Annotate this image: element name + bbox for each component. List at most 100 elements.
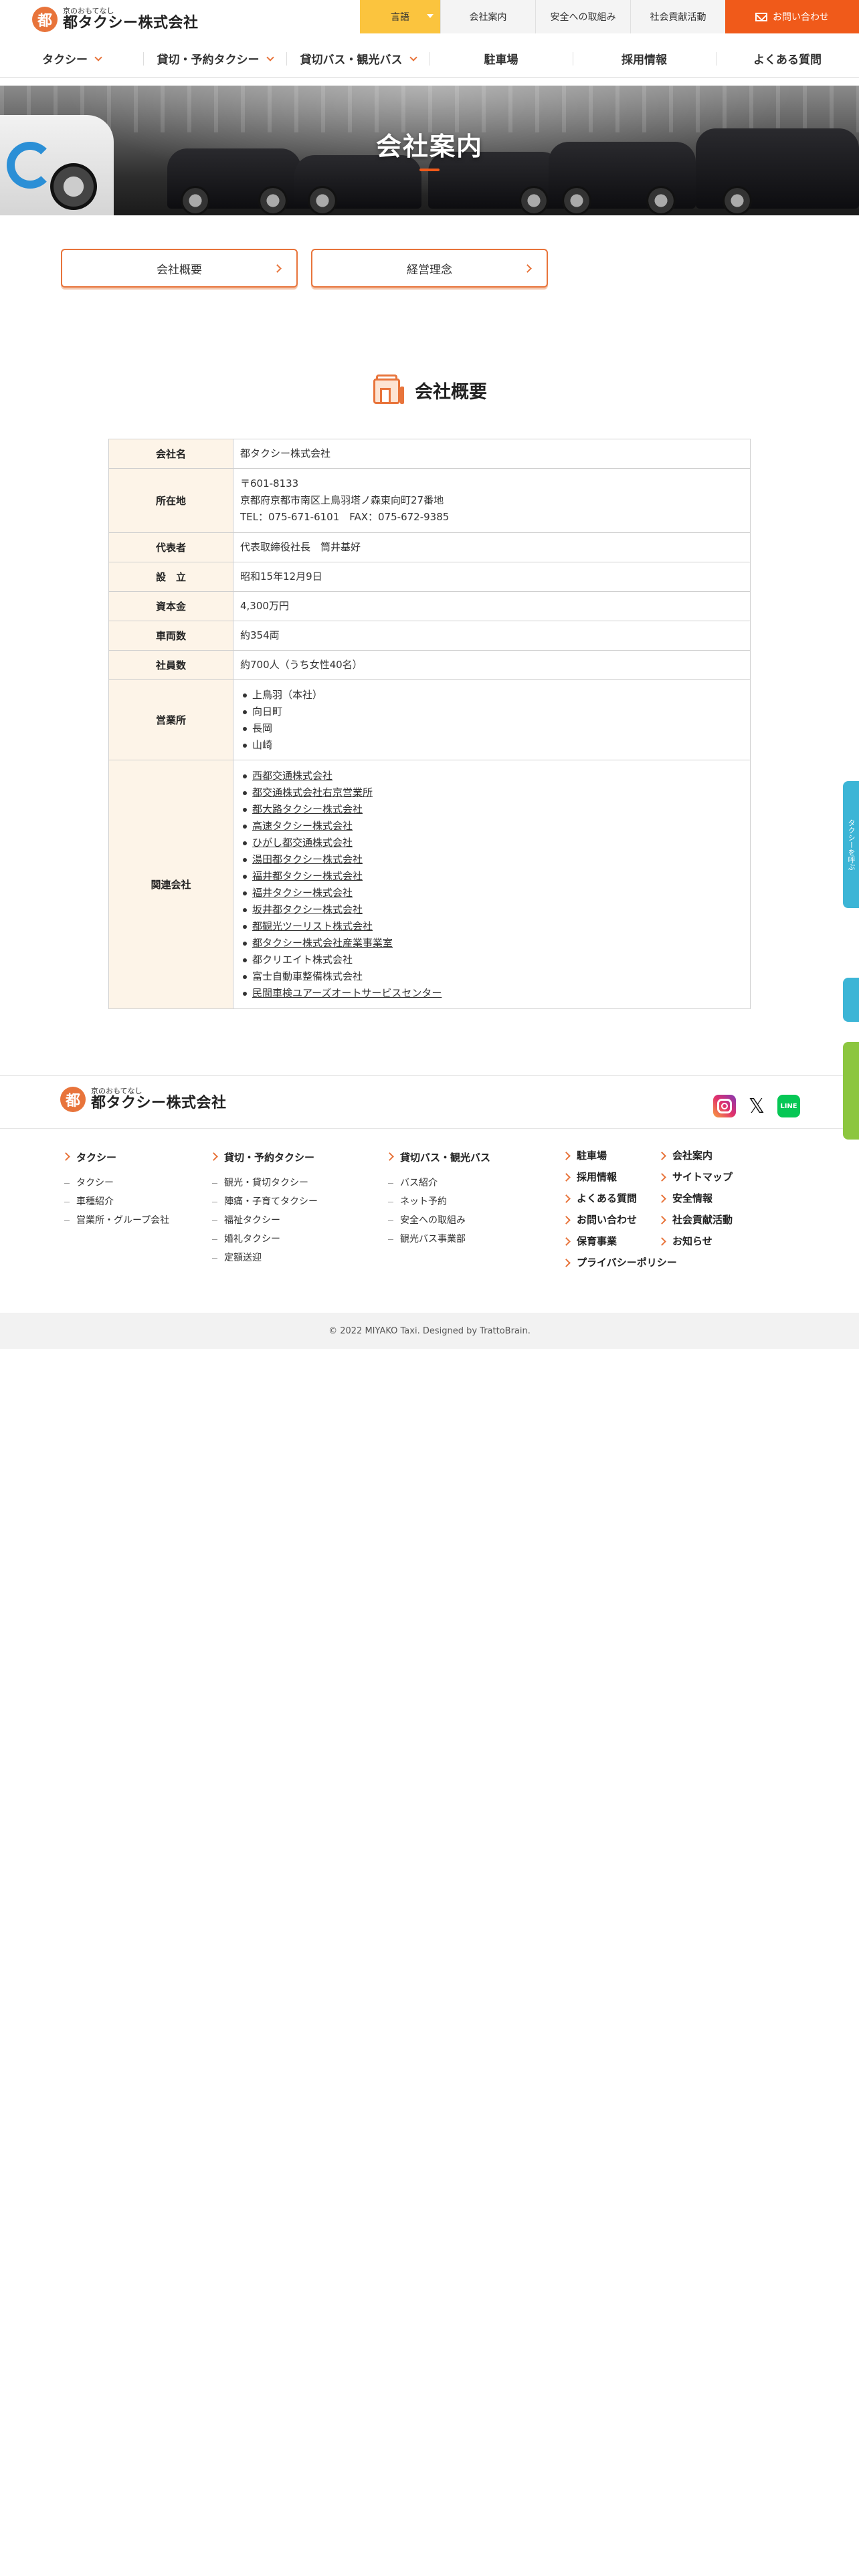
footer-link-social[interactable]: 社会貢献活動 [658,1209,733,1230]
caret-down-icon [427,14,434,18]
affiliate-link[interactable]: 湯田都タクシー株式会社 [240,851,743,868]
chevron-down-icon [266,53,274,62]
social-links: 𝕏 LINE [713,1095,800,1118]
table-row: 社員数 約700人（うち女性40名） [108,650,751,680]
affiliate-link[interactable]: 民間車検ユアーズオートサービスセンター [240,985,743,1002]
list-item: 長岡 [240,720,743,737]
list-item: 富士自動車整備株式会社 [240,968,743,985]
company-info-table: 会社名 都タクシー株式会社 所在地 〒601-8133 京都府京都市南区上鳥羽塔… [108,439,751,1009]
site-logo[interactable]: 都 京のおもてなし 都タクシー株式会社 [32,7,199,32]
section-heading: 会社概要 [0,374,859,405]
chevron-right-icon [523,264,532,273]
language-select[interactable]: 言語 [360,0,440,33]
copyright: © 2022 MIYAKO Taxi. Designed by TrattoBr… [0,1313,859,1349]
footer-sublink[interactable]: 陣痛・子育てタクシー [209,1192,318,1211]
nav-item-faq[interactable]: よくある質問 [716,40,859,77]
footer-col-bus: 貸切バス・観光バス バス紹介 ネット予約 安全への取組み 観光バス事業部 [385,1150,490,1249]
footer-col-charter: 貸切・予約タクシー 観光・貸切タクシー 陣痛・子育てタクシー 福祉タクシー 婚礼… [209,1150,318,1267]
side-tab-green[interactable] [843,1042,859,1140]
table-row: 営業所 上鳥羽（本社） 向日町 長岡 山崎 [108,679,751,760]
table-row: 所在地 〒601-8133 京都府京都市南区上鳥羽塔ノ森東向町27番地 TEL：… [108,468,751,533]
footer-sublink[interactable]: 福祉タクシー [209,1211,318,1230]
affiliate-link[interactable]: 都観光ツーリスト株式会社 [240,918,743,935]
table-row: 設 立 昭和15年12月9日 [108,562,751,592]
main-nav: タクシー 貸切・予約タクシー 貸切バス・観光バス 駐車場 採用情報 よくある質問 [0,40,859,78]
nav-item-charter-taxi[interactable]: 貸切・予約タクシー [143,40,286,77]
logo-name: 都タクシー株式会社 [63,14,199,31]
footer-sublink[interactable]: 定額送迎 [209,1249,318,1267]
footer-link-company[interactable]: 会社案内 [658,1145,733,1166]
hero-banner: 会社案内 [0,86,859,215]
instagram-icon[interactable] [713,1095,736,1117]
affiliate-link[interactable]: 福井タクシー株式会社 [240,885,743,901]
anchor-button-overview[interactable]: 会社概要 [61,249,298,288]
affiliate-link[interactable]: 都交通株式会社右京営業所 [240,784,743,801]
hero-car-image [294,155,421,215]
table-row: 資本金 4,300万円 [108,591,751,621]
footer-sublink[interactable]: 観光・貸切タクシー [209,1174,318,1192]
footer-link-safety[interactable]: 安全情報 [658,1188,733,1209]
anchor-button-philosophy[interactable]: 経営理念 [311,249,548,288]
footer-sublink[interactable]: 営業所・グループ会社 [62,1211,169,1230]
footer-link-privacy[interactable]: プライバシーポリシー [562,1252,677,1273]
footer-sitemap: タクシー タクシー 車種紹介 営業所・グループ会社 貸切・予約タクシー 観光・貸… [0,1150,859,1311]
x-icon[interactable]: 𝕏 [745,1095,768,1118]
footer-logo[interactable]: 都 京のおもてなし 都タクシー株式会社 [60,1087,227,1112]
footer-link-sitemap[interactable]: サイトマップ [658,1166,733,1188]
affiliate-link[interactable]: 都タクシー株式会社産業事業室 [240,935,743,952]
side-tab-blue[interactable] [843,978,859,1022]
nav-item-parking[interactable]: 駐車場 [430,40,573,77]
affiliate-link[interactable]: ひがし都交通株式会社 [240,835,743,851]
list-item: 山崎 [240,737,743,754]
footer-link-bus[interactable]: 貸切バス・観光バス [385,1150,490,1164]
mail-icon [755,12,767,21]
list-item: 向日町 [240,704,743,720]
header: 都 京のおもてなし 都タクシー株式会社 言語 会社案内 安全への取組み 社会貢献… [0,0,859,33]
address-line: 京都府京都市南区上鳥羽塔ノ森東向町27番地 [240,494,444,506]
footer-sublink[interactable]: 婚礼タクシー [209,1230,318,1249]
util-link-company[interactable]: 会社案内 [440,0,535,33]
chevron-right-icon [273,264,282,273]
side-tab-call-taxi[interactable]: タクシーを呼ぶ [843,781,859,908]
footer-col-taxi: タクシー タクシー 車種紹介 営業所・グループ会社 [62,1150,169,1230]
footer-sublink[interactable]: 車種紹介 [62,1192,169,1211]
section-title: 会社概要 [415,381,487,403]
contact-button[interactable]: お問い合わせ [725,0,859,33]
affiliate-link[interactable]: 高速タクシー株式会社 [240,818,743,835]
footer-sublink[interactable]: タクシー [62,1174,169,1192]
tel-fax: TEL：075-671-6101 FAX：075-672-9385 [240,511,450,523]
utility-nav: 言語 会社案内 安全への取組み 社会貢献活動 お問い合わせ [360,0,859,33]
affiliate-link[interactable]: 西都交通株式会社 [240,768,743,784]
footer-sublink[interactable]: バス紹介 [385,1174,490,1192]
footer-link-news[interactable]: お知らせ [658,1230,733,1252]
footer-link-taxi[interactable]: タクシー [62,1150,169,1164]
util-link-social[interactable]: 社会貢献活動 [630,0,725,33]
chevron-down-icon [409,53,417,62]
footer-sublink[interactable]: 観光バス事業部 [385,1230,490,1249]
nav-item-recruit[interactable]: 採用情報 [573,40,716,77]
table-row: 代表者 代表取締役社長 筒井基好 [108,532,751,562]
affiliate-link[interactable]: 福井都タクシー株式会社 [240,868,743,885]
page-title: 会社案内 [375,132,483,161]
affiliate-link[interactable]: 都大路タクシー株式会社 [240,801,743,818]
title-underline [419,169,440,171]
chevron-down-icon [94,53,102,62]
building-icon [372,374,405,405]
table-row: 車両数 約354両 [108,621,751,651]
line-icon[interactable]: LINE [777,1095,800,1117]
list-item: 都クリエイト株式会社 [240,952,743,968]
logo-mark-icon: 都 [32,7,58,32]
list-item: 上鳥羽（本社） [240,687,743,704]
footer-sublink[interactable]: ネット予約 [385,1192,490,1211]
table-row: 会社名 都タクシー株式会社 [108,439,751,469]
footer-link-charter[interactable]: 貸切・予約タクシー [209,1150,318,1164]
affiliate-list: 西都交通株式会社 都交通株式会社右京営業所 都大路タクシー株式会社 高速タクシー株式会… [240,768,743,1002]
nav-item-taxi[interactable]: タクシー [0,40,143,77]
util-link-safety[interactable]: 安全への取組み [535,0,630,33]
nav-item-bus[interactable]: 貸切バス・観光バス [286,40,430,77]
footer-sublink[interactable]: 安全への取組み [385,1211,490,1230]
office-list: 上鳥羽（本社） 向日町 長岡 山崎 [240,687,743,754]
affiliate-link[interactable]: 坂井都タクシー株式会社 [240,901,743,918]
logo-mark-icon: 都 [60,1087,86,1112]
table-row: 関連会社 西都交通株式会社 都交通株式会社右京営業所 都大路タクシー株式会社 高速タク… [108,760,751,1009]
